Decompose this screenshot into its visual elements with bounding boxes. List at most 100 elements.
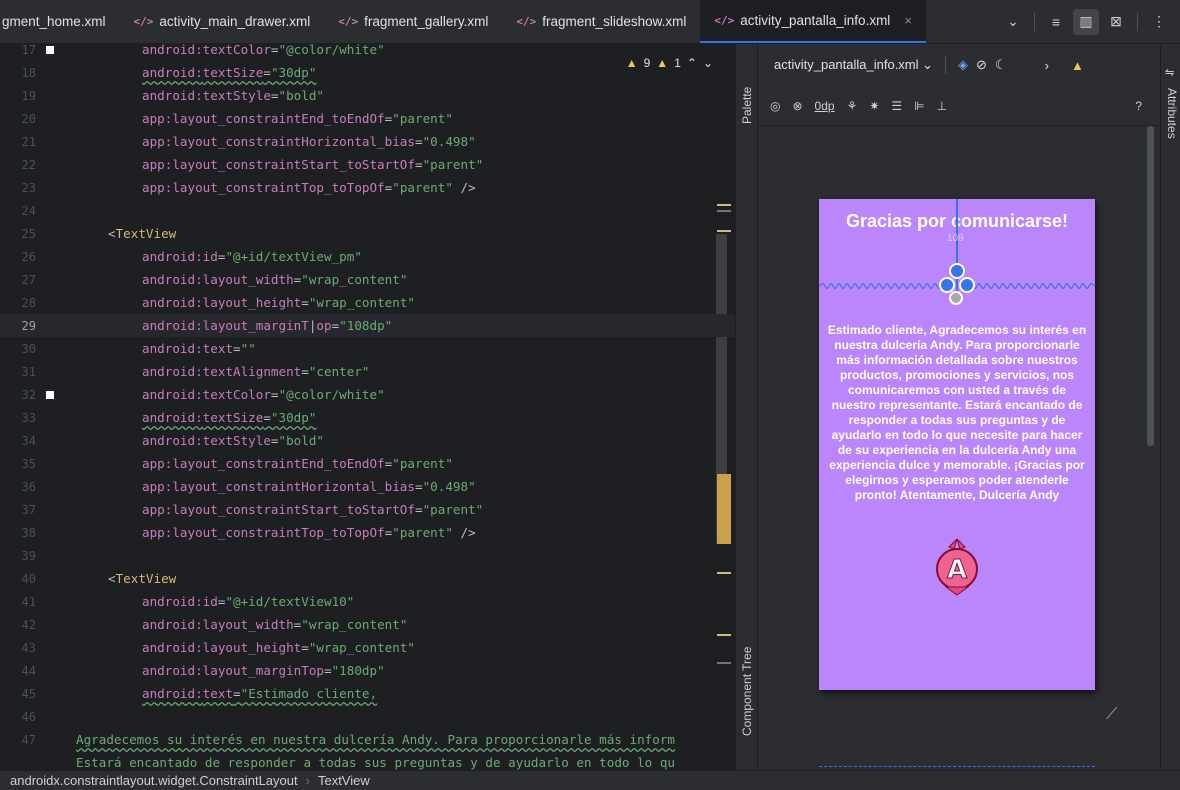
design-mode-icon[interactable]: ◈ — [958, 57, 968, 73]
color-swatch-icon[interactable] — [40, 45, 60, 54]
code-token: = — [233, 686, 241, 701]
code-text: android:textSize="30dp" — [142, 65, 316, 80]
code-line[interactable]: 26 android:id="@+id/textView_pm" — [0, 245, 735, 268]
code-line[interactable]: 23 app:layout_constraintTop_toTopOf="pare… — [0, 176, 735, 199]
code-line[interactable]: 21 app:layout_constraintHorizontal_bias="… — [0, 130, 735, 153]
code-text: android:layout_width="wrap_content" — [142, 617, 407, 632]
divider — [1034, 12, 1035, 31]
design-panel: activity_pantalla_info.xml ⌄ ◈ ⊘ ☾ › ▲ ◎… — [758, 44, 1160, 770]
phone-preview[interactable]: Gracias por comunicarse! 108 Estimado cl… — [819, 199, 1095, 690]
code-line[interactable]: 28 android:layout_height="wrap_content" — [0, 291, 735, 314]
autoconnect-icon[interactable]: ⊗ — [792, 99, 802, 113]
code-token: = — [233, 341, 241, 356]
code-line[interactable]: 33 android:textSize="30dp" — [0, 406, 735, 429]
code-line[interactable]: 34 android:textStyle="bold" — [0, 429, 735, 452]
code-line[interactable]: 17 android:textColor="@color/white" — [0, 44, 735, 61]
file-dropdown[interactable]: activity_pantalla_info.xml ⌄ — [774, 57, 933, 73]
palette-tab[interactable]: Palette — [740, 87, 754, 124]
code-line[interactable]: 37 app:layout_constraintStart_toStartOf="… — [0, 498, 735, 521]
constraint-handle-right[interactable] — [959, 277, 975, 293]
component-tree-tab[interactable]: Component Tree — [740, 647, 754, 736]
code-line[interactable]: 41 android:id="@+id/textView10" — [0, 590, 735, 613]
tab-0[interactable]: gment_home.xml — [0, 0, 120, 43]
code-line[interactable]: 36 app:layout_constraintHorizontal_bias="… — [0, 475, 735, 498]
line-number: 17 — [21, 44, 36, 57]
code-line[interactable]: 42 android:layout_width="wrap_content" — [0, 613, 735, 636]
tab-label: gment_home.xml — [2, 14, 106, 29]
resize-handle-icon[interactable]: ⟋ — [1106, 706, 1117, 724]
code-line[interactable]: 31 android:textAlignment="center" — [0, 360, 735, 383]
code-line[interactable]: 18 android:textSize="30dp" — [0, 61, 735, 84]
pack-icon[interactable]: ☰ — [891, 99, 902, 113]
more-options-icon[interactable]: ⋮ — [1146, 9, 1172, 35]
code-token: app: — [142, 157, 173, 172]
code-token: layout_width — [202, 617, 294, 632]
tab-2[interactable]: </> fragment_gallery.xml — [324, 0, 502, 43]
code-token: = — [301, 640, 309, 655]
default-margin[interactable]: 0dp — [815, 99, 835, 113]
warning-icon[interactable]: ▲ — [1071, 58, 1084, 73]
code-line[interactable]: 47 Agradecemos su interés en nuestra dulc… — [0, 728, 735, 751]
help-icon[interactable]: ? — [1135, 99, 1142, 113]
code-token: "parent" — [422, 502, 484, 517]
close-tab-icon[interactable]: × — [904, 13, 912, 28]
code-line[interactable]: 22 app:layout_constraintStart_toStartOf="… — [0, 153, 735, 176]
code-line[interactable]: 32 android:textColor="@color/white" — [0, 383, 735, 406]
next-icon[interactable]: › — [1045, 58, 1049, 73]
code-line[interactable]: 24 — [0, 199, 735, 222]
code-line[interactable]: 44 android:layout_marginTop="180dp" — [0, 659, 735, 682]
code-line[interactable]: 19 android:textStyle="bold" — [0, 84, 735, 107]
attributes-tab[interactable]: Attributes — [1165, 88, 1179, 139]
code-line[interactable]: 27 android:layout_width="wrap_content" — [0, 268, 735, 291]
code-line[interactable]: 20 app:layout_constraintEnd_toEndOf="pare… — [0, 107, 735, 130]
breadcrumb-item[interactable]: androidx.constraintlayout.widget.Constra… — [10, 773, 298, 788]
tab-3[interactable]: </> fragment_slideshow.xml — [502, 0, 700, 43]
preview-body-text[interactable]: Estimado cliente, Agradecemos su interés… — [827, 323, 1087, 503]
clear-constraints-icon[interactable]: ⚘ — [847, 99, 858, 113]
code-token: "center" — [308, 364, 370, 379]
code-line[interactable]: 38 app:layout_constraintTop_toTopOf="pare… — [0, 521, 735, 544]
guidelines-icon[interactable]: ⊥ — [937, 99, 947, 113]
line-number: 35 — [21, 456, 36, 471]
code-token: text — [202, 686, 234, 701]
attributes-icon[interactable]: ⇋ — [1165, 66, 1174, 79]
code-line[interactable]: 46 — [0, 705, 735, 728]
split-view-icon[interactable]: ▥ — [1073, 8, 1099, 35]
code-line[interactable]: 40 <TextView — [0, 567, 735, 590]
breadcrumb-bar: androidx.constraintlayout.widget.Constra… — [0, 770, 1180, 790]
code-line[interactable]: 25 <TextView — [0, 222, 735, 245]
code-line[interactable]: 30 android:text="" — [0, 337, 735, 360]
align-icon[interactable]: ⊫ — [914, 99, 924, 113]
code-text: <TextView — [108, 226, 176, 241]
constraint-handle-bottom[interactable] — [949, 291, 963, 305]
canvas-scrollbar[interactable] — [1147, 126, 1154, 446]
code-line[interactable]: 39 — [0, 544, 735, 567]
line-number: 39 — [21, 548, 36, 563]
tab-4[interactable]: </> activity_pantalla_info.xml × — [700, 0, 926, 43]
code-token: android: — [142, 341, 203, 356]
code-line[interactable]: 35 app:layout_constraintEnd_toEndOf="pare… — [0, 452, 735, 475]
code-token: = — [270, 433, 279, 448]
code-line[interactable]: Estará encantado de responder a todas su… — [0, 751, 735, 770]
tab-list-chevron-icon[interactable]: ⌄ — [1000, 9, 1026, 35]
blueprint-icon[interactable]: ⊘ — [976, 57, 987, 73]
infer-constraints-icon[interactable]: ✷ — [869, 99, 879, 113]
code-token: textAlignment — [202, 364, 302, 379]
tab-1[interactable]: </> activity_main_drawer.xml — [120, 0, 325, 43]
constraint-handle-top[interactable] — [949, 263, 965, 279]
code-line[interactable]: 45 android:text="Estimado cliente, — [0, 682, 735, 705]
color-swatch-icon[interactable] — [40, 390, 60, 399]
night-mode-icon[interactable]: ☾ — [995, 57, 1007, 73]
design-view-icon[interactable]: ⊠ — [1103, 9, 1129, 35]
design-canvas[interactable]: Gracias por comunicarse! 108 Estimado cl… — [758, 126, 1160, 770]
code-line[interactable]: 43 android:layout_height="wrap_content" — [0, 636, 735, 659]
view-options-icon[interactable]: ◎ — [770, 99, 780, 113]
code-editor[interactable]: ▲ 9 ▲ 1 ⌃ ⌄ 17 android:textColor="@color/… — [0, 44, 735, 770]
code-token: = — [270, 387, 279, 402]
tab-tools: ⌄ ≡ ▥ ⊠ ⋮ — [1000, 0, 1180, 43]
code-line[interactable]: 29 android:layout_marginT|op="108dp" — [0, 314, 735, 337]
code-view-icon[interactable]: ≡ — [1043, 9, 1069, 35]
breadcrumb-separator: › — [305, 773, 310, 788]
xml-file-icon: </> — [133, 15, 154, 28]
breadcrumb-item[interactable]: TextView — [318, 773, 370, 788]
